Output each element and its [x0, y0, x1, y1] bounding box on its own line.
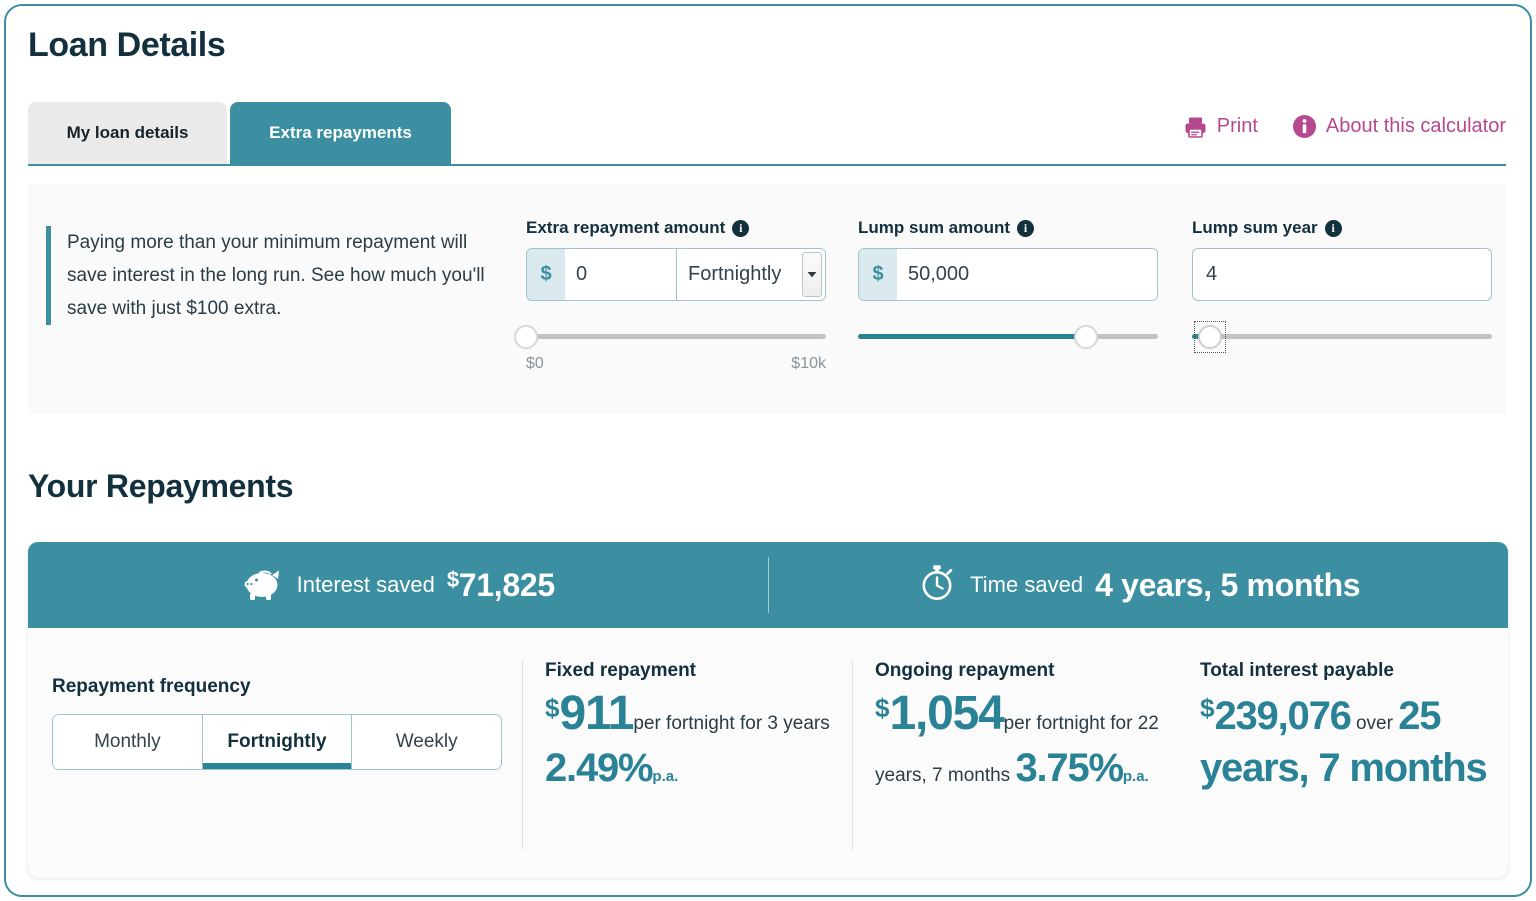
calculator-window: Loan Details My loan details Extra repay… [4, 4, 1532, 897]
slider-fill [858, 334, 1086, 339]
total-interest-heading: Total interest payable [1200, 660, 1394, 681]
currency-symbol: $ [875, 693, 890, 723]
field-lump-sum-year: Lump sum year i 4 [1192, 218, 1492, 353]
slider-min-label: $0 [526, 355, 544, 372]
amount: 71,825 [458, 566, 555, 603]
label-text: Lump sum year [1192, 218, 1318, 237]
ongoing-amount: $1,054 [875, 687, 1005, 740]
selected-option: Fortnightly [688, 263, 782, 285]
field-label: Extra repayment amount i [526, 218, 826, 238]
ongoing-repayment-heading: Ongoing repayment [875, 660, 1055, 681]
label-text: Extra repayment amount [526, 218, 726, 237]
total-interest-amount: $239,076 [1200, 693, 1352, 738]
tab-label: Extra repayments [269, 123, 412, 142]
ongoing-repayment-result: Ongoing repayment $1,054per fortnight fo… [852, 660, 1182, 850]
amount: 911 [559, 687, 634, 740]
slider-handle[interactable] [1198, 325, 1222, 349]
lump-sum-year-input[interactable]: 4 [1192, 248, 1492, 301]
time-saved: Time saved 4 years, 5 months [769, 562, 1509, 609]
info-icon[interactable]: i [732, 219, 750, 237]
interest-saved-value: $71,825 [447, 567, 555, 604]
slider-handle[interactable] [1074, 325, 1098, 349]
savings-banner: Interest saved $71,825 Time saved 4 year… [28, 542, 1508, 628]
print-button[interactable]: Print [1183, 115, 1258, 139]
frequency-option-monthly[interactable]: Monthly [53, 715, 203, 769]
ongoing-rate-unit: p.a. [1122, 768, 1149, 785]
piggy-bank-icon [241, 564, 285, 607]
repayment-frequency-label: Repayment frequency [52, 676, 251, 697]
results-body: Repayment frequency Monthly Fortnightly … [28, 628, 1508, 878]
info-icon[interactable]: i [1324, 219, 1342, 237]
lump-sum-amount-slider[interactable] [858, 325, 1158, 349]
fixed-repayment-result: Fixed repayment $911per fortnight for 3 … [522, 660, 852, 850]
slider-track[interactable] [526, 334, 826, 339]
panel-blurb: Paying more than your minimum repayment … [46, 226, 486, 325]
slider-handle[interactable] [514, 325, 538, 349]
field-lump-sum-amount: Lump sum amount i $ 50,000 [858, 218, 1158, 349]
lump-sum-amount-input[interactable]: 50,000 [897, 249, 1157, 300]
currency-symbol: $ [527, 249, 565, 300]
tab-my-loan-details[interactable]: My loan details [28, 102, 227, 164]
field-extra-repayment-amount: Extra repayment amount i $ 0 Fortnightly [514, 218, 826, 375]
ongoing-repayment-detail: $1,054per fortnight for 22 years, 7 mont… [875, 686, 1182, 799]
fixed-repayment-detail: $911per fortnight for 3 years 2.49%p.a. [545, 686, 852, 799]
extra-repayment-slider[interactable] [514, 325, 826, 349]
currency-symbol: $ [859, 249, 897, 300]
info-circle-icon [1292, 114, 1317, 139]
about-calculator-button[interactable]: About this calculator [1292, 114, 1506, 139]
field-label: Lump sum amount i [858, 218, 1158, 238]
stopwatch-icon [916, 562, 958, 609]
frequency-option-weekly[interactable]: Weekly [352, 715, 501, 769]
extra-repayments-panel: Paying more than your minimum repayment … [28, 184, 1506, 414]
fixed-repayment-heading: Fixed repayment [545, 660, 696, 681]
slider-range-labels: $0 $10k [526, 355, 826, 375]
page-title: Loan Details [28, 26, 226, 64]
lump-sum-year-slider[interactable] [1192, 321, 1492, 353]
fixed-rate-unit: p.a. [652, 768, 679, 785]
repayment-frequency-toggle: Monthly Fortnightly Weekly [52, 714, 502, 770]
print-label: Print [1216, 115, 1258, 137]
frequency-option-fortnightly[interactable]: Fortnightly [202, 715, 353, 769]
time-saved-label: Time saved [970, 572, 1084, 597]
total-interest-detail: $239,076 over 25 years, 7 months [1200, 686, 1502, 798]
repayment-frequency-block: Repayment frequency Monthly Fortnightly … [52, 676, 502, 770]
interest-saved: Interest saved $71,825 [28, 564, 768, 607]
amount: 1,054 [889, 687, 1004, 740]
fixed-amount: $911 [545, 687, 635, 740]
total-interest-connector: over [1355, 713, 1393, 734]
field-label: Lump sum year i [1192, 218, 1492, 238]
extra-repayment-frequency-select[interactable]: Fortnightly [677, 249, 825, 300]
info-icon[interactable]: i [1017, 219, 1035, 237]
results-card: Interest saved $71,825 Time saved 4 year… [28, 542, 1508, 878]
slider-track[interactable] [1192, 334, 1492, 339]
ongoing-rate: 3.75% [1015, 746, 1124, 790]
time-saved-value: 4 years, 5 months [1095, 566, 1361, 603]
fixed-rate: 2.49% [545, 746, 654, 790]
about-label: About this calculator [1325, 115, 1506, 137]
currency-symbol: $ [545, 693, 560, 723]
chevron-down-icon[interactable] [802, 252, 822, 297]
section-title: Your Repayments [28, 468, 294, 504]
amount: 239,076 [1214, 694, 1351, 738]
currency-symbol: $ [1200, 693, 1215, 723]
slider-max-label: $10k [791, 355, 826, 372]
lump-sum-input-group[interactable]: $ 50,000 [858, 248, 1158, 301]
interest-saved-label: Interest saved [296, 572, 435, 597]
extra-repayment-input-group[interactable]: $ 0 Fortnightly [526, 248, 826, 301]
currency-symbol: $ [446, 566, 459, 592]
total-interest-result: Total interest payable $239,076 over 25 … [1182, 660, 1502, 850]
tab-extra-repayments[interactable]: Extra repayments [230, 102, 451, 164]
print-icon [1183, 115, 1208, 139]
label-text: Lump sum amount [858, 218, 1011, 237]
toolbar-actions: Print About this calculator [1183, 114, 1506, 139]
tab-label: My loan details [66, 123, 189, 142]
extra-repayment-input[interactable]: 0 [565, 249, 676, 300]
fixed-mid-text: per fortnight for 3 years [633, 713, 830, 734]
